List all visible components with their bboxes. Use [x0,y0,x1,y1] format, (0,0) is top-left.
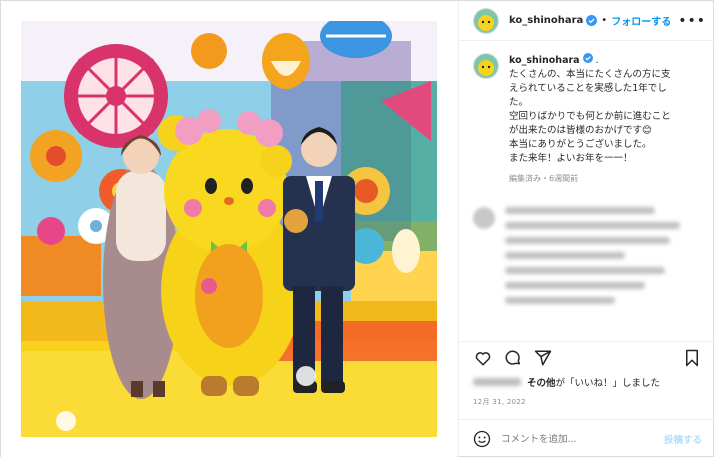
post-photo[interactable] [21,21,437,437]
comment-icon[interactable] [503,348,523,368]
bookmark-icon[interactable] [682,348,702,368]
author-username[interactable]: ko_shinohara [509,15,583,26]
comment-text-blurred [505,207,680,312]
verified-badge-icon [586,15,598,26]
emoji-icon[interactable] [473,430,491,448]
follow-button[interactable]: フォローする [611,13,671,28]
likes-others: その他 [527,378,556,389]
post-header: ko_shinohara • フォローする ••• [459,1,714,41]
commenter-avatar [473,207,495,229]
caption-body: ko_shinohara . たくさんの、本当にたくさんの方に支 えられているこ… [509,53,709,186]
avatar-image [474,8,498,33]
photo-illustration [21,21,437,437]
caption-line: また来年！よいお年を一一！ [509,153,633,164]
verified-badge-icon [582,53,593,63]
post-caption: ko_shinohara . たくさんの、本当にたくさんの方に支 えられているこ… [473,53,709,186]
caption-line: 空回りばかりでも何とか前に進むこと [509,111,671,122]
action-bar [459,341,714,373]
caption-line: が出来たのは皆様のおかげです😊 [509,125,652,136]
share-icon[interactable] [533,348,553,368]
caption-line: 本当にありがとうございました。 [509,139,652,150]
caption-avatar[interactable] [473,53,499,79]
post-date[interactable]: 12月 31, 2022 [473,397,526,407]
heart-icon[interactable] [473,348,493,368]
caption-line: た。 [509,97,529,108]
avatar-image [474,54,498,78]
caption-meta: 編集済み・6週間前 [509,174,579,183]
more-options-icon[interactable]: ••• [678,13,706,29]
header-separator: • [601,15,608,26]
caption-line: えられていることを実感した1年でし [509,83,667,94]
blurred-comment [473,207,709,312]
likes-text: が「いいね！」しました [555,378,661,389]
add-comment-bar: 投稿する [459,419,714,457]
likes-summary[interactable]: その他 が「いいね！」しました [473,375,660,389]
caption-username[interactable]: ko_shinohara [509,55,580,66]
media-pane [1,1,457,457]
post-sidebar: ko_shinohara • フォローする ••• ko_shinohara .… [458,1,714,457]
post-comment-button[interactable]: 投稿する [664,432,702,446]
caption-line: たくさんの、本当にたくさんの方に支 [509,69,671,80]
author-avatar[interactable] [473,7,499,34]
comment-input[interactable] [501,433,664,445]
instagram-post-modal: ko_shinohara • フォローする ••• ko_shinohara .… [0,0,714,457]
liker-name-blurred [473,378,521,386]
caption-suffix: . [595,55,599,66]
